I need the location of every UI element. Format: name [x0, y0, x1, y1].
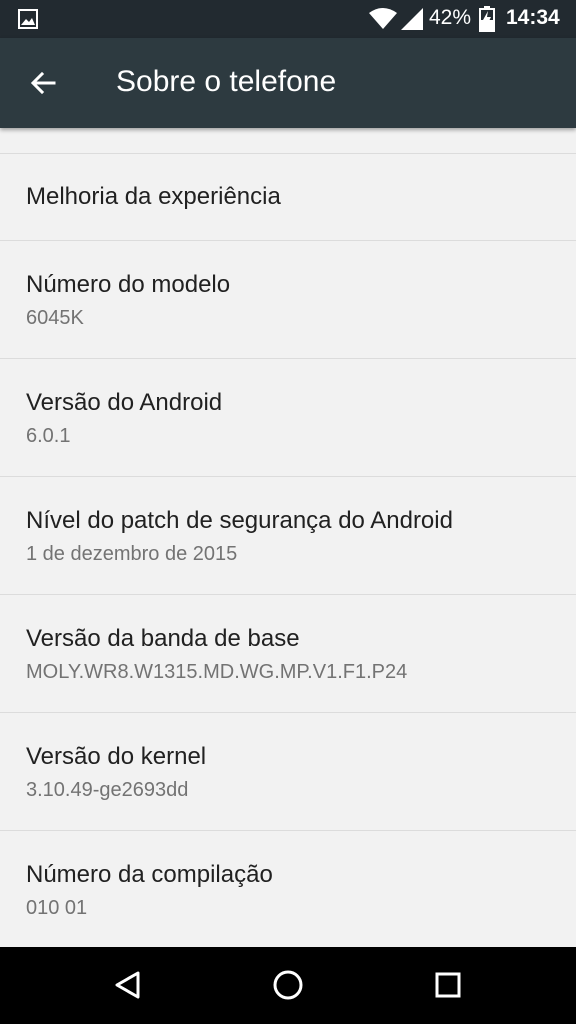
list-item-summary: MOLY.WR8.W1315.MD.WG.MP.V1.F1.P24	[26, 661, 408, 683]
list-item-title: Versão da banda de base	[26, 625, 300, 652]
wifi-icon	[369, 8, 397, 35]
list-item-title: Versão do kernel	[26, 743, 207, 770]
list-item-title: Número da compilação	[26, 861, 273, 888]
status-bar: 42% 14:34	[0, 0, 576, 38]
navigation-bar	[0, 947, 576, 1024]
settings-list: Melhoria da experiência Número do modelo…	[0, 128, 576, 947]
battery-charging-icon	[479, 6, 495, 37]
battery-percent: 42%	[429, 6, 472, 29]
list-item-security-patch[interactable]: Nível do patch de segurança do Android 1…	[0, 477, 576, 595]
arrow-back-icon[interactable]	[24, 63, 64, 103]
list-item-summary: 6045K	[26, 307, 84, 329]
page-title: Sobre o telefone	[116, 65, 337, 98]
list-item-experience-improvement[interactable]: Melhoria da experiência	[0, 154, 576, 241]
list-item-summary: 3.10.49-ge2693dd	[26, 779, 189, 801]
list-item-partial[interactable]	[0, 128, 576, 154]
list-item-summary: 010 01	[26, 897, 88, 919]
list-item-title: Nível do patch de segurança do Android	[26, 507, 453, 534]
list-item-title: Versão do Android	[26, 389, 223, 416]
list-item-title: Número do modelo	[26, 271, 231, 298]
list-item-model-number[interactable]: Número do modelo 6045K	[0, 241, 576, 359]
recents-square-icon[interactable]	[428, 965, 468, 1005]
back-triangle-icon[interactable]	[108, 965, 148, 1005]
clock: 14:34	[506, 6, 560, 29]
toolbar: Sobre o telefone	[0, 38, 576, 128]
home-circle-icon[interactable]	[268, 965, 308, 1005]
list-item-baseband-version[interactable]: Versão da banda de base MOLY.WR8.W1315.M…	[0, 595, 576, 713]
list-item-summary: 1 de dezembro de 2015	[26, 543, 238, 565]
list-item-title: Melhoria da experiência	[26, 183, 281, 210]
cell-signal-icon	[401, 8, 423, 35]
list-item-summary: 6.0.1	[26, 425, 71, 447]
list-item-build-number[interactable]: Número da compilação 010 01	[0, 831, 576, 947]
list-item-android-version[interactable]: Versão do Android 6.0.1	[0, 359, 576, 477]
list-item-kernel-version[interactable]: Versão do kernel 3.10.49-ge2693dd	[0, 713, 576, 831]
image-notification-icon	[18, 9, 38, 34]
